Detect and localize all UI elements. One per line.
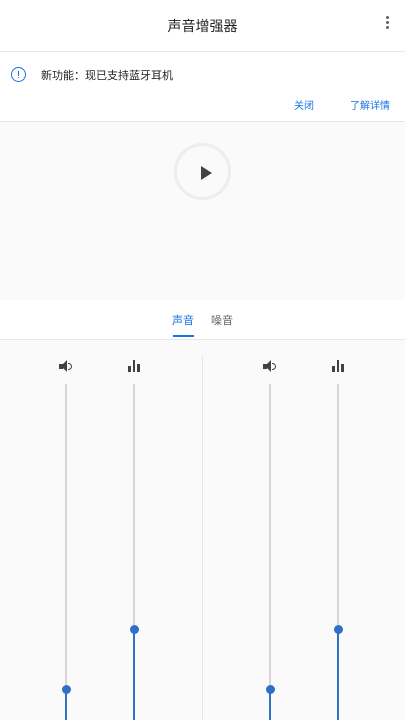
slider-thumb[interactable] bbox=[265, 685, 275, 695]
slider-track[interactable] bbox=[269, 384, 271, 720]
banner-learn-more-button[interactable]: 了解详情 bbox=[350, 97, 390, 112]
equalizer-icon bbox=[332, 360, 344, 372]
slider-fill bbox=[337, 629, 339, 720]
equalizer-icon bbox=[128, 360, 140, 372]
slider-fill bbox=[269, 689, 271, 720]
slider-thumb[interactable] bbox=[61, 685, 71, 695]
slider-fill bbox=[65, 689, 67, 720]
more-vert-icon[interactable] bbox=[383, 16, 391, 36]
mixer-divider bbox=[202, 356, 203, 720]
app-title: 声音增强器 bbox=[167, 19, 238, 35]
slider-thumb[interactable] bbox=[129, 624, 139, 634]
app-bar: 声音增强器 bbox=[0, 0, 405, 52]
feature-banner: 新功能：现已支持蓝牙耳机 关闭 了解详情 bbox=[0, 52, 405, 122]
banner-close-button[interactable]: 关闭 bbox=[294, 97, 314, 112]
slider-thumb[interactable] bbox=[333, 624, 343, 634]
volume-icon bbox=[59, 360, 73, 372]
tab-bar: 声音 噪音 bbox=[0, 300, 405, 340]
mixer-panel bbox=[0, 340, 405, 720]
player-area bbox=[0, 122, 405, 300]
banner-message: 新功能：现已支持蓝牙耳机 bbox=[41, 69, 173, 82]
play-icon bbox=[201, 166, 212, 180]
tab-noise[interactable]: 噪音 bbox=[211, 312, 233, 328]
slider-track[interactable] bbox=[65, 384, 67, 720]
slider-fill bbox=[133, 629, 135, 720]
info-icon bbox=[11, 67, 26, 82]
volume-icon bbox=[263, 360, 277, 372]
tab-indicator bbox=[173, 335, 194, 337]
tab-voice[interactable]: 声音 bbox=[172, 312, 194, 328]
play-button[interactable] bbox=[174, 143, 231, 200]
